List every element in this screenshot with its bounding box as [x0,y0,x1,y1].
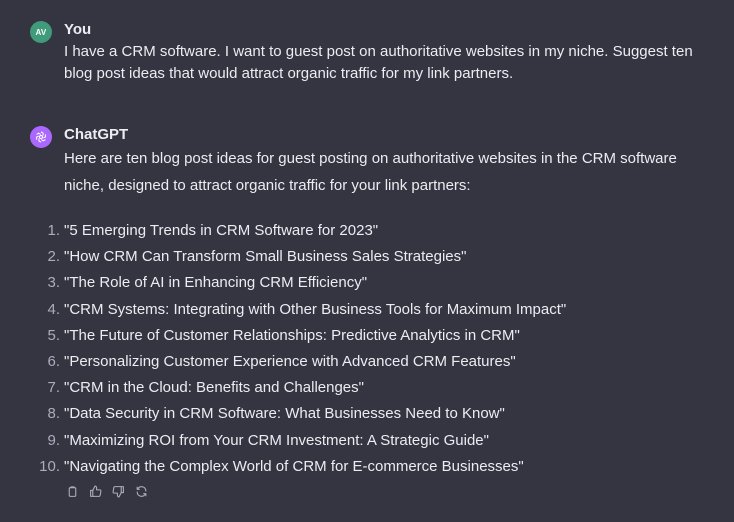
message-actions [64,483,150,500]
user-message-content: You I have a CRM software. I want to gue… [64,20,714,85]
list-item-number: 5. [47,326,60,344]
thumbs-up-icon[interactable] [87,483,104,500]
list-item-text: "The Future of Customer Relationships: P… [64,326,520,344]
list-item: 9. "Maximizing ROI from Your CRM Investme… [47,428,704,454]
list-item-number: 3. [47,274,60,292]
list-item-number: 4. [47,300,60,318]
list-item: 2. "How CRM Can Transform Small Business … [47,244,704,270]
list-item-text: "5 Emerging Trends in CRM Software for 2… [64,222,379,239]
openai-logo-icon [30,126,52,148]
list-item: 10. "Navigating the Complex World of CRM … [39,454,704,480]
list-item-number: 2. [47,248,60,266]
blog-ideas-list: 1. "5 Emerging Trends in CRM Software for… [39,218,704,480]
list-item: 3. "The Role of AI in Enhancing CRM Effic… [47,270,704,296]
regenerate-icon[interactable] [133,483,150,500]
list-item: 7. "CRM in the Cloud: Benefits and Challe… [47,375,704,401]
list-item-text: "Data Security in CRM Software: What Bus… [64,405,505,423]
list-item-text: "CRM in the Cloud: Benefits and Challeng… [64,379,364,397]
user-avatar: AV [30,21,52,43]
list-item: 8. "Data Security in CRM Software: What B… [47,401,704,427]
list-item: 5. "The Future of Customer Relationships:… [47,323,704,349]
list-item-text: "The Role of AI in Enhancing CRM Efficie… [64,274,368,292]
thumbs-down-icon[interactable] [110,483,127,500]
assistant-intro-text: Here are ten blog post ideas for guest p… [64,150,677,194]
assistant-author-name: ChatGPT [64,126,129,143]
list-item: 4. "CRM Systems: Integrating with Other B… [47,297,704,323]
list-item: 6. "Personalizing Customer Experience wit… [47,349,704,375]
assistant-message-content: ChatGPT Here are ten blog post ideas for… [39,125,714,498]
list-item-text: "CRM Systems: Integrating with Other Bus… [64,300,567,318]
list-item-number: 6. [47,352,60,370]
list-item-number: 10. [39,457,60,475]
list-item-number: 9. [47,431,60,449]
list-item-text: "How CRM Can Transform Small Business Sa… [64,248,467,266]
copy-icon[interactable] [64,483,81,500]
list-item-number: 7. [47,379,60,397]
list-item-number: 8. [47,405,60,423]
list-item-text: "Navigating the Complex World of CRM for… [64,457,524,475]
user-message-text: I have a CRM software. I want to guest p… [64,43,693,82]
list-item: 1. "5 Emerging Trends in CRM Software for… [47,218,704,244]
list-item-number: 1. [47,222,60,239]
user-author-name: You [64,21,92,38]
list-item-text: "Maximizing ROI from Your CRM Investment… [64,431,489,449]
list-item-text: "Personalizing Customer Experience with … [64,352,516,370]
